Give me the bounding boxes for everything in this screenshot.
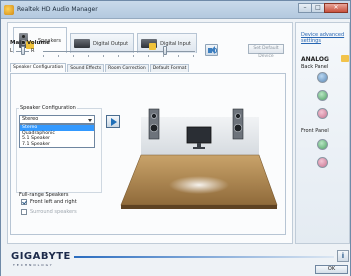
- tab-room-correction[interactable]: Room Correction: [105, 64, 149, 72]
- footer-divider: [74, 256, 334, 258]
- back-panel-label: Back Panel: [301, 64, 329, 70]
- surround-speakers-checkbox: [21, 209, 27, 215]
- main-volume-label: Main Volume: [10, 40, 50, 46]
- folder-icon[interactable]: [341, 55, 349, 62]
- gigabyte-logo: GIGABYTE: [11, 251, 71, 262]
- app-window: Realtek HD Audio Manager – □ ✕ Speakers …: [0, 0, 351, 276]
- minimize-button[interactable]: –: [298, 3, 312, 13]
- digital-input-icon: [141, 39, 158, 50]
- front-jack-green[interactable]: [317, 139, 328, 150]
- back-jack-blue[interactable]: [317, 72, 328, 83]
- front-left-right-checkbox[interactable]: [21, 199, 27, 205]
- tab-digital-output-label: Digital Output: [92, 40, 129, 47]
- tab-sound-effects[interactable]: Sound Effects: [67, 64, 105, 72]
- volume-slider-ticks: [43, 55, 195, 57]
- front-panel-label: Front Panel: [301, 128, 329, 134]
- play-test-button[interactable]: [106, 115, 120, 128]
- digital-output-icon: [73, 39, 90, 48]
- ok-button[interactable]: OK: [315, 265, 348, 274]
- back-jack-green[interactable]: [317, 90, 328, 101]
- tab-digital-output[interactable]: Digital Output: [69, 33, 135, 53]
- full-range-speakers-label: Full-range Speakers: [19, 192, 69, 198]
- advanced-link-line2: settings: [301, 38, 321, 44]
- device-advanced-settings-link[interactable]: Device advanced settings: [301, 32, 344, 44]
- window-controls: – □ ✕: [298, 3, 348, 13]
- tab-speaker-configuration[interactable]: Speaker Configuration: [10, 63, 67, 72]
- maximize-button[interactable]: □: [311, 3, 325, 13]
- speaker-configuration-dropdown: Stereo Quadraphonic 5.1 Speaker 7.1 Spea…: [19, 124, 95, 148]
- sub-tabs: Speaker Configuration Sound Effects Room…: [10, 63, 190, 72]
- speaker-configuration-select[interactable]: Stereo: [19, 115, 95, 124]
- back-jack-pink[interactable]: [317, 108, 328, 119]
- balance-right-label: R: [31, 48, 35, 54]
- front-left-right-checkbox-row[interactable]: Front left and right: [21, 199, 77, 205]
- realtek-app-icon: [4, 5, 14, 15]
- monitor-icon: [186, 126, 212, 144]
- speaker-configuration-value: Stereo: [22, 116, 39, 122]
- title-bar: Realtek HD Audio Manager – □ ✕: [1, 1, 350, 19]
- balance-left-label: L: [10, 48, 13, 54]
- tab-default-format[interactable]: Default Format: [149, 64, 190, 72]
- info-button[interactable]: i: [337, 250, 349, 262]
- surround-speakers-label: Surround speakers: [30, 209, 77, 215]
- play-icon: [111, 118, 117, 126]
- mute-button[interactable]: [205, 44, 218, 56]
- right-speaker-icon: [232, 108, 244, 140]
- balance-slider-thumb[interactable]: [20, 46, 25, 55]
- volume-slider-thumb[interactable]: [162, 46, 167, 55]
- front-jack-pink[interactable]: [317, 157, 328, 168]
- gigabyte-logo-sub: TECHNOLOGY: [13, 263, 54, 267]
- left-speaker-icon: [148, 108, 160, 140]
- surround-speakers-checkbox-row: Surround speakers: [21, 209, 77, 215]
- chevron-down-icon: [88, 119, 92, 122]
- analog-label: ANALOG: [301, 56, 329, 63]
- speaker-room-illustration: [120, 108, 278, 209]
- front-left-right-label: Front left and right: [30, 199, 77, 205]
- option-7-1-speaker[interactable]: 7.1 Speaker: [20, 142, 94, 148]
- listener-spot: [169, 176, 229, 194]
- tab-digital-input[interactable]: Digital Input: [137, 33, 197, 53]
- volume-slider-track[interactable]: [43, 51, 195, 52]
- set-default-device-button[interactable]: Set Default Device: [248, 44, 284, 59]
- speaker-configuration-group-label: Speaker Configuration: [19, 105, 77, 111]
- close-button[interactable]: ✕: [324, 3, 348, 13]
- window-title: Realtek HD Audio Manager: [17, 6, 98, 13]
